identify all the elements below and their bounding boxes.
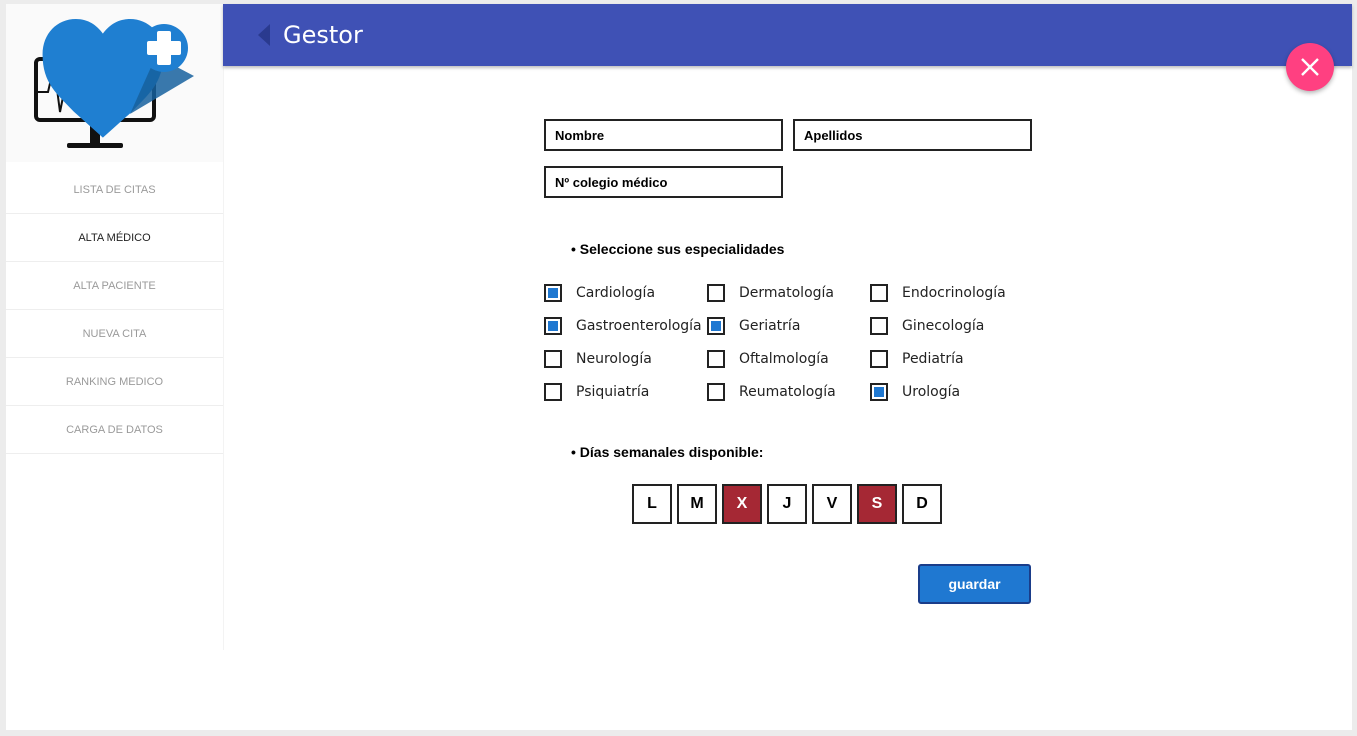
- specialty-checkbox[interactable]: Reumatología: [707, 383, 836, 401]
- specialty-label: Gastroenterología: [576, 318, 702, 334]
- checkbox-box[interactable]: [870, 284, 888, 302]
- checkbox-checked-mark: [548, 288, 558, 298]
- day-toggle[interactable]: S: [857, 484, 897, 524]
- specialty-label: Endocrinología: [902, 285, 1006, 301]
- days-heading: • Días semanales disponible:: [571, 444, 764, 460]
- sidebar-item[interactable]: ALTA PACIENTE: [6, 262, 223, 310]
- day-toggle[interactable]: X: [722, 484, 762, 524]
- specialty-checkbox[interactable]: Endocrinología: [870, 284, 1006, 302]
- checkbox-box[interactable]: [707, 284, 725, 302]
- close-button[interactable]: [1286, 43, 1334, 91]
- checkbox-checked-mark: [874, 387, 884, 397]
- specialty-checkbox[interactable]: Psiquiatría: [544, 383, 649, 401]
- sidebar-item[interactable]: NUEVA CITA: [6, 310, 223, 358]
- specialty-checkbox[interactable]: Geriatría: [707, 317, 800, 335]
- checkbox-box[interactable]: [707, 317, 725, 335]
- save-button[interactable]: guardar: [918, 564, 1031, 604]
- specialty-checkbox[interactable]: Cardiología: [544, 284, 655, 302]
- sidebar-divider: [223, 66, 224, 650]
- specialty-checkbox[interactable]: Pediatría: [870, 350, 964, 368]
- sidebar-item[interactable]: ALTA MÉDICO: [6, 214, 223, 262]
- sidebar-item[interactable]: RANKING MEDICO: [6, 358, 223, 406]
- specialty-label: Ginecología: [902, 318, 985, 334]
- checkbox-box[interactable]: [870, 383, 888, 401]
- checkbox-box[interactable]: [707, 350, 725, 368]
- checkbox-box[interactable]: [870, 317, 888, 335]
- back-arrow-icon[interactable]: [258, 24, 270, 46]
- apellidos-field[interactable]: [793, 119, 1032, 151]
- checkbox-box[interactable]: [544, 284, 562, 302]
- app-frame: LISTA DE CITAS ALTA MÉDICO ALTA PACIENTE NU…: [6, 4, 1352, 730]
- nombre-field[interactable]: [544, 119, 783, 151]
- sidebar-item[interactable]: CARGA DE DATOS: [6, 406, 223, 454]
- specialty-label: Cardiología: [576, 285, 656, 301]
- app-header: Gestor: [223, 4, 1352, 66]
- specialty-label: Oftalmología: [739, 351, 829, 367]
- specialty-checkbox[interactable]: Neurología: [544, 350, 652, 368]
- checkbox-checked-mark: [711, 321, 721, 331]
- specialty-checkbox[interactable]: Dermatología: [707, 284, 834, 302]
- logo: [6, 4, 223, 162]
- checkbox-box[interactable]: [544, 383, 562, 401]
- checkbox-box[interactable]: [707, 383, 725, 401]
- checkbox-box[interactable]: [544, 317, 562, 335]
- specialty-label: Dermatología: [739, 285, 834, 301]
- specialty-label: Reumatología: [739, 384, 836, 400]
- day-toggle[interactable]: J: [767, 484, 807, 524]
- checkbox-box[interactable]: [870, 350, 888, 368]
- specialty-label: Urología: [902, 384, 961, 400]
- day-toggle[interactable]: M: [677, 484, 717, 524]
- specialty-checkbox[interactable]: Urología: [870, 383, 960, 401]
- heart-monitor-logo-icon: [34, 19, 194, 148]
- day-toggle[interactable]: L: [632, 484, 672, 524]
- specialty-checkbox[interactable]: Oftalmología: [707, 350, 829, 368]
- specialties-heading: • Seleccione sus especialidades: [571, 241, 785, 257]
- specialty-checkbox[interactable]: Ginecología: [870, 317, 984, 335]
- sidebar-item[interactable]: LISTA DE CITAS: [6, 166, 223, 214]
- page-title: Gestor: [283, 21, 363, 49]
- specialty-label: Psiquiatría: [576, 384, 650, 400]
- checkbox-box[interactable]: [544, 350, 562, 368]
- sidebar: LISTA DE CITAS ALTA MÉDICO ALTA PACIENTE NU…: [6, 4, 223, 650]
- specialty-label: Pediatría: [902, 351, 964, 367]
- sidebar-nav: LISTA DE CITAS ALTA MÉDICO ALTA PACIENTE NU…: [6, 166, 223, 454]
- specialty-label: Geriatría: [739, 318, 801, 334]
- specialty-label: Neurología: [576, 351, 652, 367]
- days-selector: LMXJVSD: [632, 484, 947, 524]
- close-icon: [1301, 58, 1319, 76]
- colegio-medico-field[interactable]: [544, 166, 783, 198]
- specialty-checkbox[interactable]: Gastroenterología: [544, 317, 702, 335]
- checkbox-checked-mark: [548, 321, 558, 331]
- day-toggle[interactable]: V: [812, 484, 852, 524]
- day-toggle[interactable]: D: [902, 484, 942, 524]
